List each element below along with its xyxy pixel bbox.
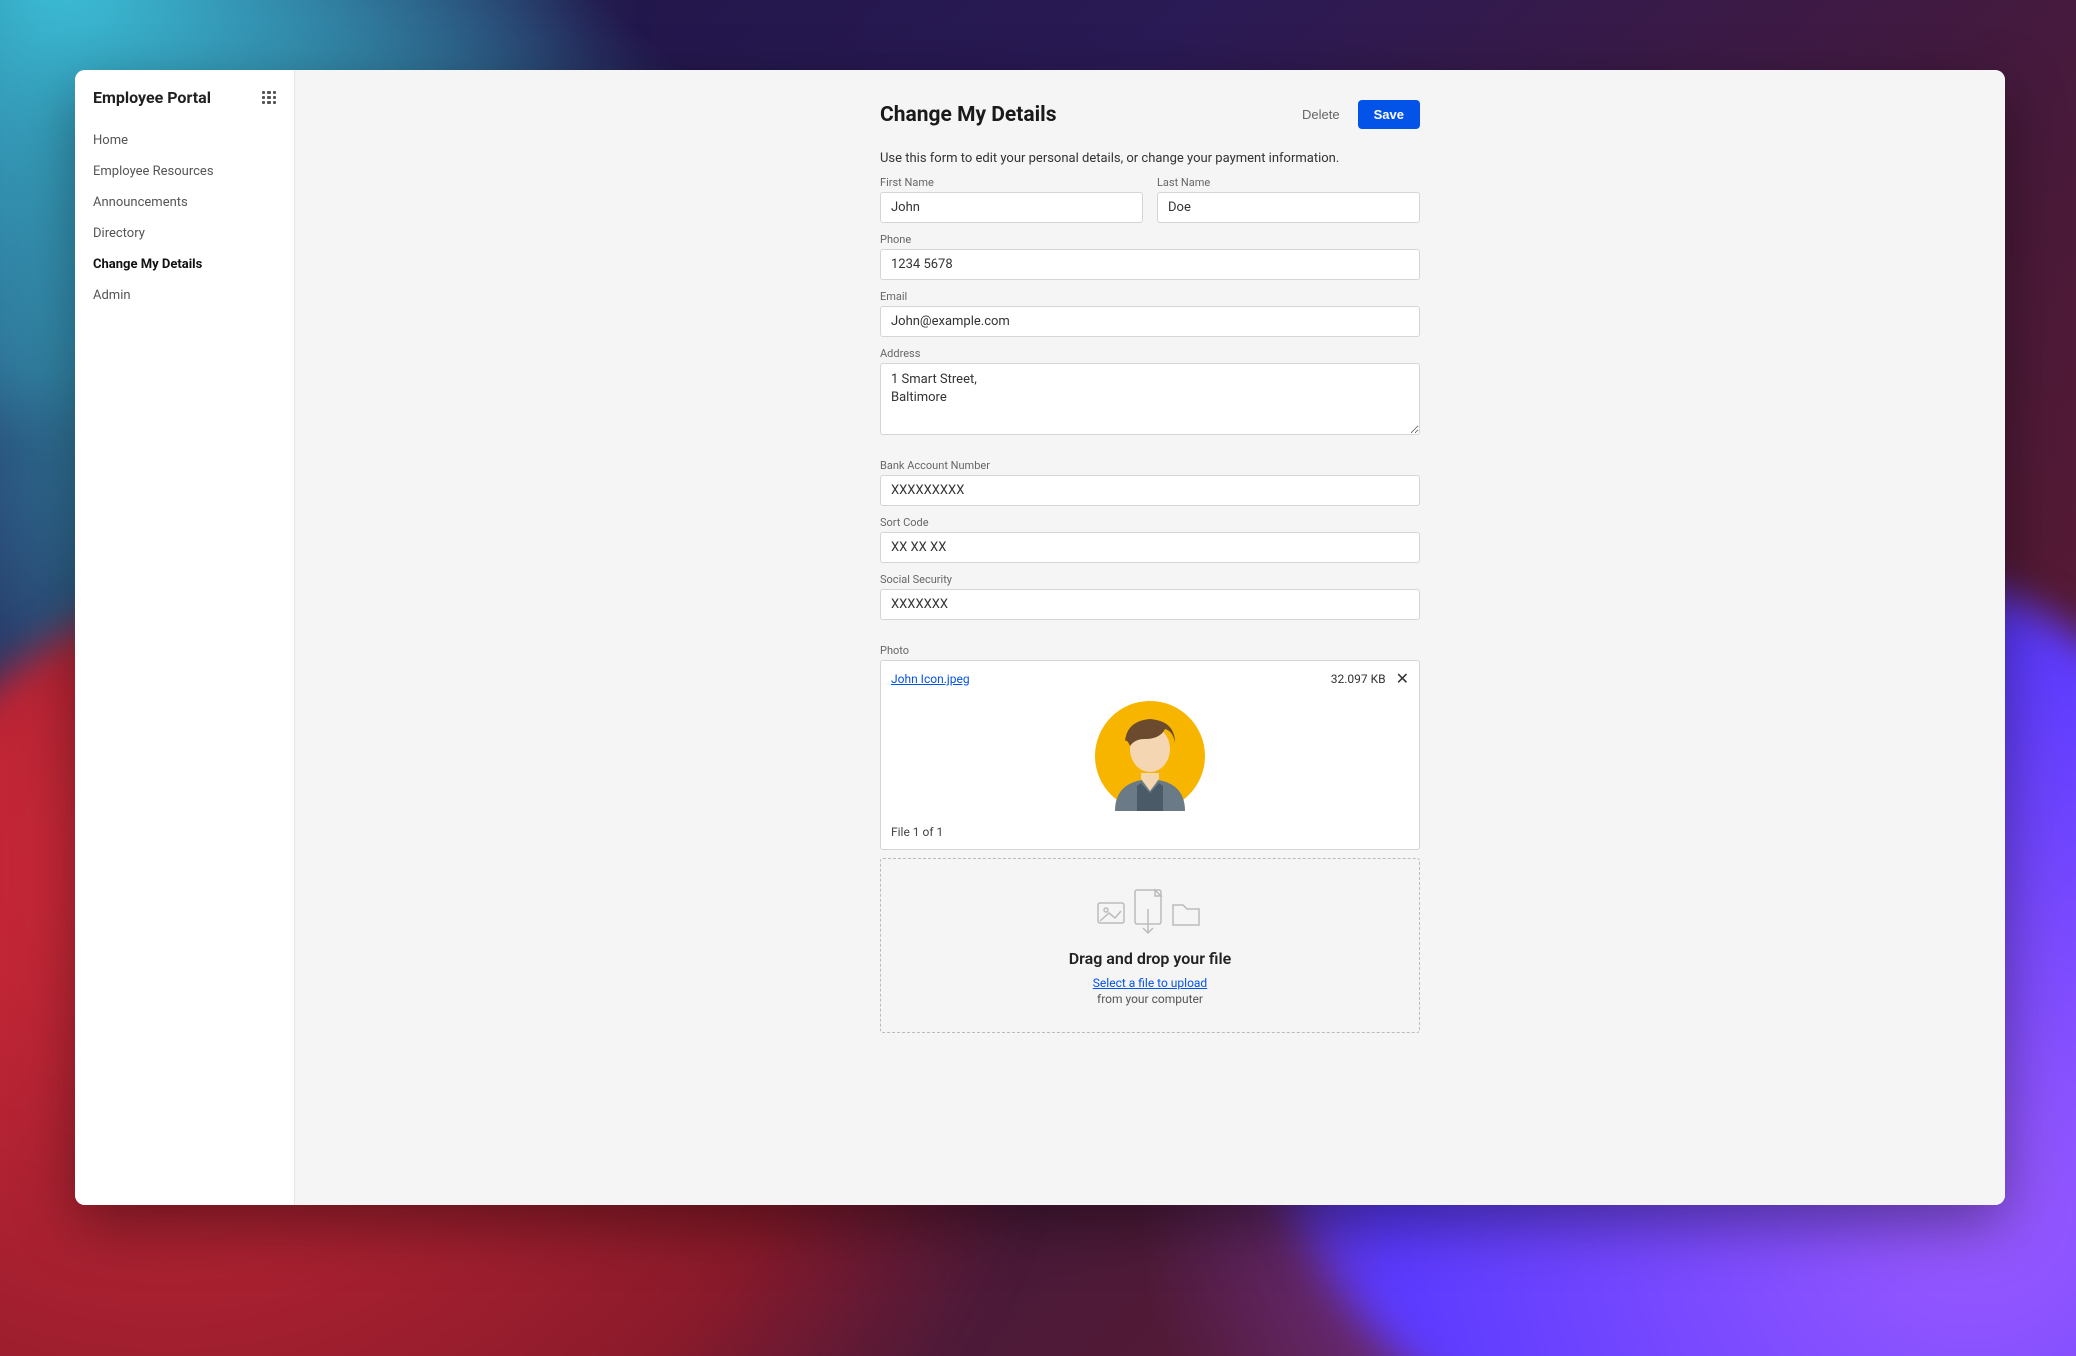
bank-account-label: Bank Account Number: [880, 459, 1420, 472]
email-label: Email: [880, 290, 1420, 303]
dropzone-select-link[interactable]: Select a file to upload: [1093, 976, 1207, 990]
sidebar-item-home[interactable]: Home: [75, 125, 294, 156]
address-field[interactable]: [880, 363, 1420, 435]
sort-code-label: Sort Code: [880, 516, 1420, 529]
sort-code-field[interactable]: [880, 532, 1420, 563]
photo-count: File 1 of 1: [891, 825, 1409, 839]
intro-text: Use this form to edit your personal deta…: [880, 151, 1420, 166]
last-name-label: Last Name: [1157, 176, 1420, 189]
social-security-field[interactable]: [880, 589, 1420, 620]
sidebar-item-announcements[interactable]: Announcements: [75, 187, 294, 218]
photo-filename-link[interactable]: John Icon.jpeg: [891, 672, 970, 686]
social-security-label: Social Security: [880, 573, 1420, 586]
bank-account-field[interactable]: [880, 475, 1420, 506]
remove-photo-icon[interactable]: ✕: [1396, 671, 1409, 687]
avatar-icon: [1095, 701, 1205, 811]
save-button[interactable]: Save: [1358, 100, 1420, 129]
email-field[interactable]: [880, 306, 1420, 337]
avatar-preview: [891, 687, 1409, 825]
sidebar-title: Employee Portal: [93, 88, 211, 107]
phone-field[interactable]: [880, 249, 1420, 280]
sidebar-nav: Home Employee Resources Announcements Di…: [75, 125, 294, 311]
first-name-field[interactable]: [880, 192, 1143, 223]
photo-filesize: 32.097 KB: [1331, 672, 1386, 686]
page-title: Change My Details: [880, 103, 1056, 127]
sidebar-item-employee-resources[interactable]: Employee Resources: [75, 156, 294, 187]
main-content: Change My Details Delete Save Use this f…: [295, 70, 2005, 1205]
delete-button[interactable]: Delete: [1298, 101, 1344, 128]
sidebar-item-change-my-details[interactable]: Change My Details: [75, 249, 294, 280]
sidebar: Employee Portal Home Employee Resources …: [75, 70, 295, 1205]
photo-card: John Icon.jpeg 32.097 KB ✕: [880, 660, 1420, 850]
dropzone[interactable]: Drag and drop your file Select a file to…: [880, 858, 1420, 1033]
address-label: Address: [880, 347, 1420, 360]
upload-icon: [1095, 885, 1205, 935]
dropzone-subtext: from your computer: [891, 992, 1409, 1006]
dropzone-title: Drag and drop your file: [891, 949, 1409, 968]
phone-label: Phone: [880, 233, 1420, 246]
sidebar-item-directory[interactable]: Directory: [75, 218, 294, 249]
app-window: Employee Portal Home Employee Resources …: [75, 70, 2005, 1205]
last-name-field[interactable]: [1157, 192, 1420, 223]
sidebar-item-admin[interactable]: Admin: [75, 280, 294, 311]
photo-label: Photo: [880, 644, 1420, 657]
first-name-label: First Name: [880, 176, 1143, 189]
apps-grid-icon[interactable]: [262, 91, 276, 105]
